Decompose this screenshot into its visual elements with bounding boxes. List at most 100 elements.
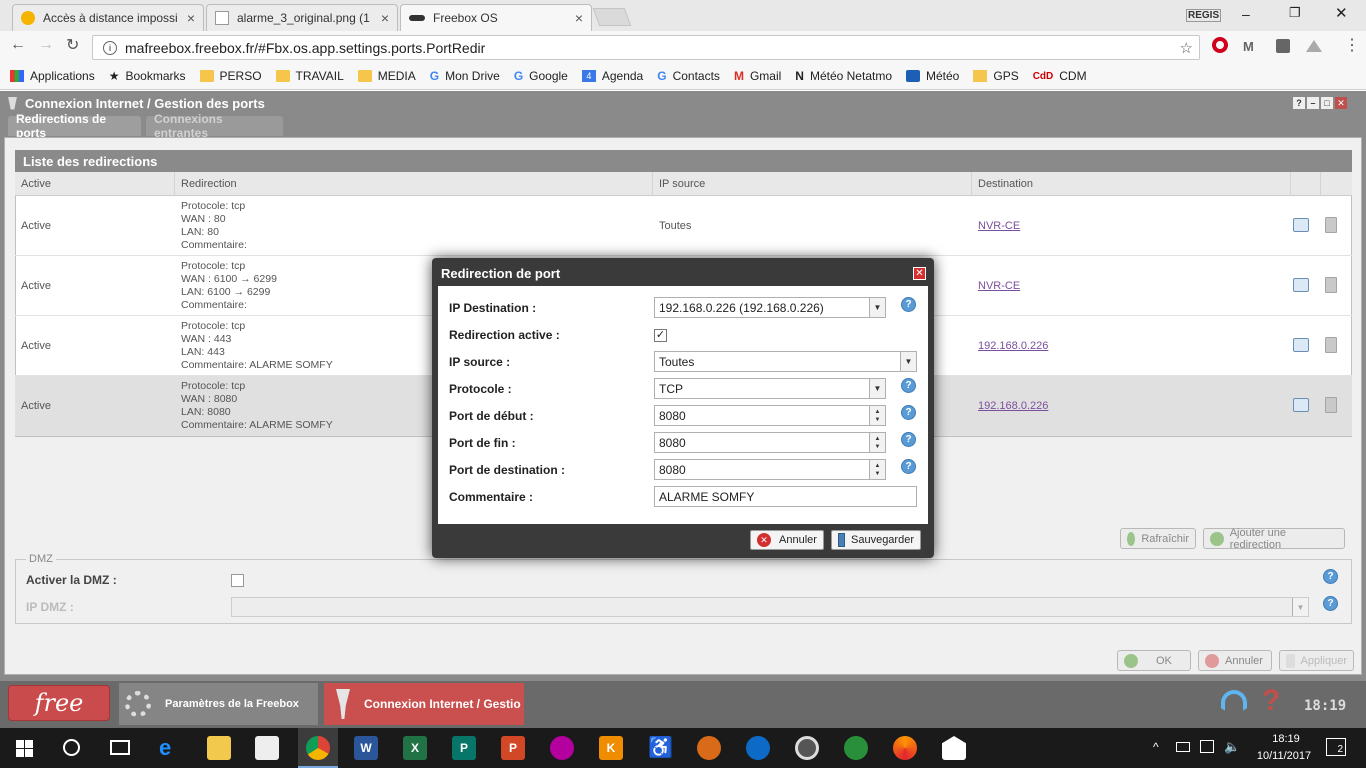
question-alert-icon[interactable]: ?	[1262, 684, 1280, 718]
bookmark-media[interactable]: MEDIA	[357, 69, 416, 83]
accessibility-icon[interactable]: ♿	[648, 736, 673, 760]
star-icon[interactable]: ☆	[1180, 39, 1193, 57]
close-icon[interactable]: ×	[381, 10, 389, 26]
trash-icon[interactable]	[1325, 397, 1337, 413]
bookmark-meteo[interactable]: Météo	[906, 69, 959, 83]
powerpoint-icon[interactable]: P	[501, 736, 525, 760]
teamviewer-icon[interactable]	[746, 736, 770, 760]
stepper-icon[interactable]: ▲ ▼	[869, 433, 885, 452]
bookmark-agenda[interactable]: 4 Agenda	[581, 69, 643, 83]
comment-input[interactable]: ALARME SOMFY	[654, 486, 917, 507]
minimize-window-button[interactable]: –	[1307, 97, 1319, 109]
bookmark-google[interactable]: G Google	[514, 69, 568, 83]
free-logo-button[interactable]: free	[8, 685, 110, 721]
column-active[interactable]: Active	[15, 172, 175, 196]
reload-icon[interactable]: ↻	[66, 35, 79, 55]
column-ip-source[interactable]: IP source	[653, 172, 972, 196]
forward-icon[interactable]: →	[38, 36, 54, 54]
drive-ext-icon[interactable]	[1306, 40, 1322, 52]
network-icon[interactable]	[1200, 740, 1214, 753]
trash-icon[interactable]	[1325, 217, 1337, 233]
dmz-ip-select[interactable]: ▼	[231, 597, 1309, 617]
gmail-ext-icon[interactable]: M	[1243, 39, 1254, 54]
cortana-icon[interactable]	[63, 739, 80, 756]
help-icon[interactable]: ?	[901, 297, 916, 312]
back-icon[interactable]: ←	[10, 36, 26, 54]
firefox-icon[interactable]	[893, 736, 917, 760]
word-icon[interactable]: W	[354, 736, 378, 760]
bookmark-bookmarks[interactable]: ★ Bookmarks	[109, 69, 186, 83]
dialog-cancel-button[interactable]: ✕ Annuler	[750, 530, 824, 550]
new-tab-button[interactable]	[592, 8, 632, 26]
destination-link[interactable]: 192.168.0.226	[978, 316, 1048, 376]
taskbar-time[interactable]: 18:19	[1260, 733, 1312, 745]
trash-icon[interactable]	[1325, 277, 1337, 293]
tab-port-redirections[interactable]: Redirections de ports	[8, 112, 141, 140]
bookmark-applications[interactable]: Applications	[10, 69, 95, 83]
stepper-icon[interactable]: ▲ ▼	[869, 460, 885, 479]
trash-icon[interactable]	[1325, 337, 1337, 353]
restore-icon[interactable]: ❐	[1289, 5, 1301, 21]
tab-incoming-connections[interactable]: Connexions entrantes	[146, 112, 283, 140]
file-explorer-icon[interactable]	[207, 736, 231, 760]
address-bar[interactable]: i mafreebox.freebox.fr/#Fbx.os.app.setti…	[92, 35, 1200, 60]
store-icon[interactable]	[255, 736, 279, 760]
bookmark-meteo-netatmo[interactable]: N Météo Netatmo	[795, 69, 892, 83]
refresh-button[interactable]: Rafraîchir	[1120, 528, 1196, 549]
globe-icon[interactable]	[844, 736, 868, 760]
redirection-active-checkbox[interactable]: ✓	[654, 329, 667, 342]
browser-tab[interactable]: alarme_3_original.png (1 ×	[206, 4, 398, 31]
minimize-icon[interactable]: –	[1242, 6, 1250, 22]
chevron-up-icon[interactable]: ^	[1153, 740, 1159, 754]
dialog-close-icon[interactable]: ✕	[913, 267, 926, 280]
bookmark-gps[interactable]: GPS	[973, 69, 1019, 83]
profile-button[interactable]: REGIS	[1186, 9, 1222, 22]
publisher-icon[interactable]: P	[452, 736, 476, 760]
taskbar-app-settings[interactable]: Paramètres de la Freebox	[119, 683, 318, 725]
edit-icon[interactable]	[1293, 278, 1309, 292]
opera-icon[interactable]	[1212, 37, 1228, 53]
bookmark-travail[interactable]: TRAVAIL	[275, 69, 344, 83]
ip-source-select[interactable]: Toutes ▼	[654, 351, 917, 372]
help-icon[interactable]: ?	[901, 405, 916, 420]
app-icon[interactable]	[697, 736, 721, 760]
close-window-icon[interactable]: ✕	[1335, 4, 1348, 22]
destination-link[interactable]: NVR-CE	[978, 256, 1020, 316]
info-icon[interactable]: i	[103, 40, 117, 55]
bookmark-contacts[interactable]: G Contacts	[657, 69, 720, 83]
column-redirection[interactable]: Redirection	[175, 172, 653, 196]
windows-start-icon[interactable]	[16, 740, 33, 757]
edit-icon[interactable]	[1293, 338, 1309, 352]
help-icon[interactable]: ?	[1323, 596, 1338, 611]
apply-button[interactable]: Appliquer	[1279, 650, 1354, 671]
volume-icon[interactable]: 🔈	[1224, 739, 1240, 755]
edit-icon[interactable]	[1293, 398, 1309, 412]
help-icon[interactable]: ?	[1323, 569, 1338, 584]
url-text[interactable]: mafreebox.freebox.fr/#Fbx.os.app.setting…	[125, 40, 485, 56]
eye-app-icon[interactable]	[795, 736, 819, 760]
bookmark-perso[interactable]: PERSO	[199, 69, 262, 83]
close-icon[interactable]: ×	[575, 10, 583, 26]
media-player-icon[interactable]	[550, 736, 574, 760]
maximize-window-button[interactable]: □	[1321, 97, 1333, 109]
protocol-select[interactable]: TCP ▼	[654, 378, 886, 399]
help-icon[interactable]: ?	[901, 378, 916, 393]
help-icon[interactable]: ?	[901, 459, 916, 474]
end-port-input[interactable]: 8080 ▲ ▼	[654, 432, 886, 453]
destination-port-input[interactable]: 8080 ▲ ▼	[654, 459, 886, 480]
notification-center-icon[interactable]: 2	[1326, 738, 1346, 756]
cancel-button[interactable]: Annuler	[1198, 650, 1272, 671]
start-port-input[interactable]: 8080 ▲ ▼	[654, 405, 886, 426]
dmz-checkbox[interactable]	[231, 574, 244, 587]
extension-icon[interactable]	[1276, 39, 1290, 53]
destination-link[interactable]: 192.168.0.226	[978, 376, 1048, 436]
help-window-button[interactable]: ?	[1293, 97, 1305, 109]
edit-icon[interactable]	[1293, 218, 1309, 232]
bookmark-cdm[interactable]: CdD CDM	[1033, 69, 1087, 83]
bookmark-gmail[interactable]: M Gmail	[734, 69, 781, 83]
close-window-button[interactable]: ✕	[1335, 97, 1347, 109]
chrome-taskbar-active[interactable]	[298, 728, 338, 768]
add-redirection-button[interactable]: Ajouter une redirection	[1203, 527, 1345, 551]
taskbar-app-connection[interactable]: Connexion Internet / Gestio	[324, 683, 524, 725]
browser-tab-active[interactable]: Freebox OS ×	[400, 4, 592, 31]
